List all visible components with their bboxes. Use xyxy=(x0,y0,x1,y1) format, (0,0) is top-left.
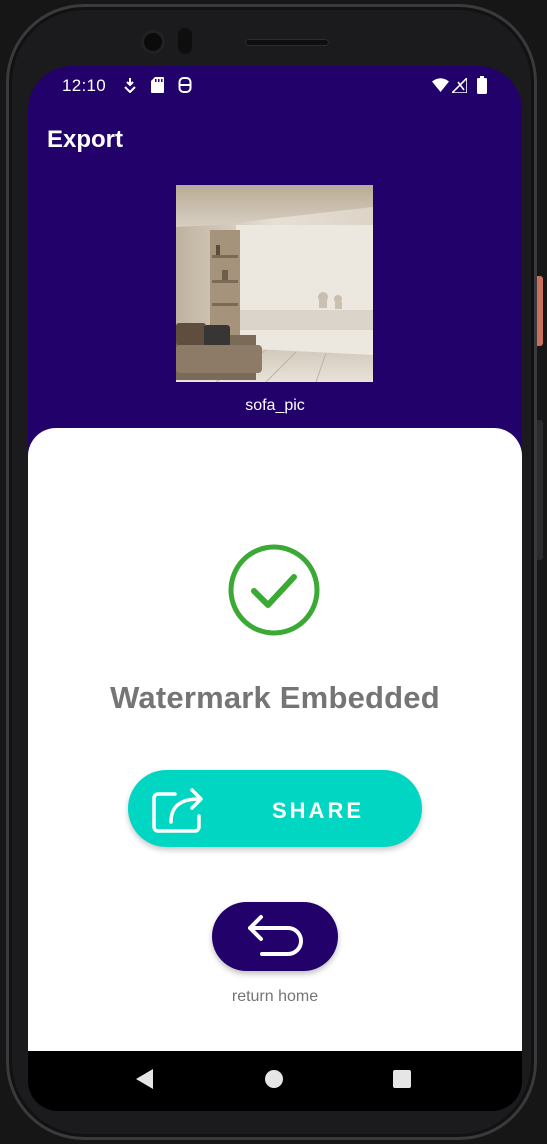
return-arrow-icon xyxy=(242,914,312,958)
download-app-icon xyxy=(124,77,136,98)
proximity-sensor xyxy=(178,28,192,54)
screen: 12:10 Export sofa_pic Watermark Embedded… xyxy=(28,66,522,1111)
status-time: 12:10 xyxy=(62,76,107,95)
result-headline: Watermark Embedded xyxy=(110,680,440,715)
volume-button xyxy=(537,420,543,560)
accessibility-icon xyxy=(178,77,192,98)
back-triangle-icon xyxy=(136,1068,154,1094)
sd-card-icon xyxy=(151,77,164,98)
return-home-caption: return home xyxy=(231,988,319,1005)
check-circle-icon xyxy=(227,543,321,637)
image-preview xyxy=(176,185,373,382)
share-button-label: SHARE xyxy=(272,798,365,823)
nav-home-button[interactable] xyxy=(244,1051,304,1111)
home-circle-icon xyxy=(264,1069,284,1094)
earpiece-speaker xyxy=(245,39,329,46)
power-button xyxy=(537,276,543,346)
front-camera xyxy=(141,30,165,54)
status-bar: 12:10 xyxy=(28,66,522,106)
battery-icon xyxy=(477,76,487,99)
recents-square-icon xyxy=(393,1069,411,1093)
image-name-label: sofa_pic xyxy=(245,397,305,414)
return-home-button[interactable] xyxy=(212,902,338,971)
share-button[interactable]: SHARE xyxy=(128,770,422,847)
nav-recents-button[interactable] xyxy=(372,1051,432,1111)
result-sheet: Watermark Embedded SHARE return home xyxy=(28,428,522,1051)
navigation-bar xyxy=(28,1051,522,1111)
page-title: Export xyxy=(47,126,124,153)
share-icon xyxy=(151,784,207,834)
signal-icon xyxy=(450,76,468,98)
nav-back-button[interactable] xyxy=(115,1051,175,1111)
wifi-icon xyxy=(432,78,449,97)
